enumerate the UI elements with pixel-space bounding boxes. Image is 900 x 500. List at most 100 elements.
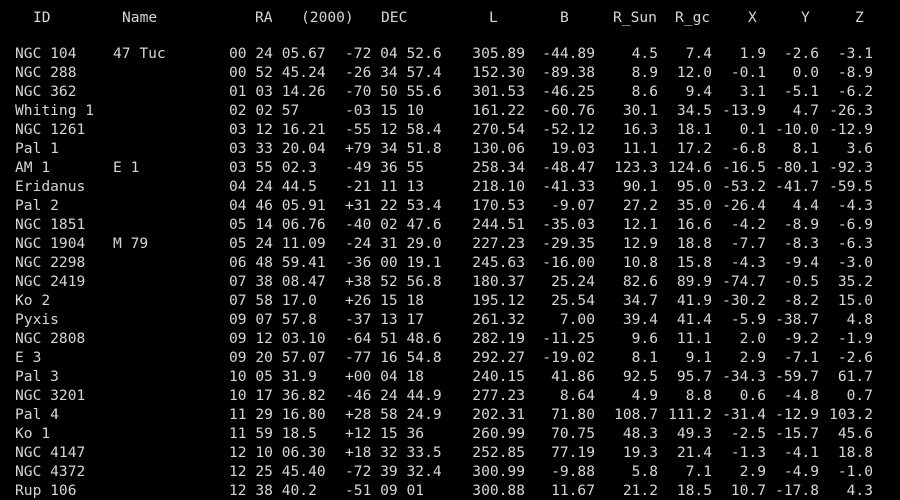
cell-x: -34.3 — [722, 368, 766, 385]
cell-r-gc: 18.8 — [676, 235, 712, 252]
cell-b: -19.02 — [542, 349, 595, 366]
cell-r-sun: 30.1 — [622, 102, 658, 119]
cell-b: 25.54 — [551, 292, 595, 309]
cell-id: NGC 2808 — [15, 330, 86, 347]
cell-dec: -46 24 44.9 — [345, 387, 442, 404]
cell-l: 292.27 — [472, 349, 525, 366]
cell-name: 47 Tuc — [113, 45, 166, 62]
table-row: NGC 2808 09 12 03.10 -64 51 48.6 282.19 -11.… — [0, 329, 900, 348]
cell-l: 260.99 — [472, 425, 525, 442]
table-row: E 3 09 20 57.07 -77 16 54.8 292.27 -19.02 8.1… — [0, 348, 900, 367]
cell-dec: +79 34 51.8 — [345, 140, 442, 157]
cell-dec: -72 04 52.6 — [345, 45, 442, 62]
cell-ra: 10 05 31.9 — [229, 368, 317, 385]
cell-b: 71.80 — [551, 406, 595, 423]
cell-l: 277.23 — [472, 387, 525, 404]
cell-l: 258.34 — [472, 159, 525, 176]
cell-dec: +12 15 36 — [345, 425, 425, 442]
cell-b: 11.67 — [551, 482, 595, 499]
table-row: Pyxis 09 07 57.8 -37 13 17 261.32 7.00 39.4 41… — [0, 310, 900, 329]
cell-z: -6.2 — [837, 83, 873, 100]
cell-r-sun: 82.6 — [622, 273, 658, 290]
cell-r-gc: 8.8 — [685, 387, 712, 404]
cell-dec: -24 31 29.0 — [345, 235, 442, 252]
cell-id: NGC 2298 — [15, 254, 86, 271]
cell-r-gc: 34.5 — [676, 102, 712, 119]
cell-y: -9.4 — [783, 254, 819, 271]
cell-b: -29.35 — [542, 235, 595, 252]
cell-l: 240.15 — [472, 368, 525, 385]
cell-y: -8.9 — [783, 216, 819, 233]
cell-z: 103.2 — [829, 406, 873, 423]
table-row: Ko 1 11 59 18.5 +12 15 36 260.99 70.75 48.3 49… — [0, 424, 900, 443]
cell-b: -60.76 — [542, 102, 595, 119]
cell-x: -4.2 — [730, 216, 766, 233]
cell-z: -26.3 — [829, 102, 873, 119]
header-epoch: (2000) — [301, 9, 354, 26]
cell-b: 7.00 — [559, 311, 595, 328]
cell-r-gc: 35.0 — [676, 197, 712, 214]
cell-r-sun: 90.1 — [622, 178, 658, 195]
cell-r-gc: 95.0 — [676, 178, 712, 195]
cell-r-sun: 8.6 — [631, 83, 658, 100]
cell-b: -52.12 — [542, 121, 595, 138]
cell-b: -16.00 — [542, 254, 595, 271]
cell-b: 8.64 — [559, 387, 595, 404]
cell-y: -80.1 — [775, 159, 819, 176]
table-row: NGC 4372 12 25 45.40 -72 39 32.4 300.99 -9.8… — [0, 462, 900, 481]
header-name: Name — [122, 9, 158, 26]
cell-r-gc: 12.0 — [676, 64, 712, 81]
cell-r-sun: 5.8 — [631, 463, 658, 480]
header-ra: RA — [255, 9, 273, 26]
cell-b: -48.47 — [542, 159, 595, 176]
cell-b: 25.24 — [551, 273, 595, 290]
cell-y: -8.3 — [783, 235, 819, 252]
cell-ra: 01 03 14.26 — [229, 83, 326, 100]
cell-id: Ko 2 — [15, 292, 51, 309]
cell-ra: 12 10 06.30 — [229, 444, 326, 461]
cell-y: -5.1 — [783, 83, 819, 100]
cell-id: Ko 1 — [15, 425, 51, 442]
cell-id: Rup 106 — [15, 482, 77, 499]
cell-r-sun: 16.3 — [622, 121, 658, 138]
cell-r-sun: 123.3 — [614, 159, 658, 176]
cell-ra: 09 20 57.07 — [229, 349, 326, 366]
cell-b: -46.25 — [542, 83, 595, 100]
cell-z: 18.8 — [837, 444, 873, 461]
cell-y: -4.9 — [783, 463, 819, 480]
cell-r-gc: 89.9 — [676, 273, 712, 290]
cell-r-gc: 49.3 — [676, 425, 712, 442]
cell-r-gc: 11.1 — [676, 330, 712, 347]
cell-r-gc: 21.4 — [676, 444, 712, 461]
cell-x: 2.9 — [739, 349, 766, 366]
cell-x: 10.7 — [730, 482, 766, 499]
table-row: Pal 2 04 46 05.91 +31 22 53.4 170.53 -9.07 27… — [0, 196, 900, 215]
cell-r-sun: 4.9 — [631, 387, 658, 404]
cell-y: -12.9 — [775, 406, 819, 423]
cell-dec: -77 16 54.8 — [345, 349, 442, 366]
cell-z: 0.7 — [846, 387, 873, 404]
cell-z: -1.0 — [837, 463, 873, 480]
cell-z: -59.5 — [829, 178, 873, 195]
cell-ra: 09 07 57.8 — [229, 311, 317, 328]
cell-dec: -70 50 55.6 — [345, 83, 442, 100]
cell-dec: -51 09 01 — [345, 482, 425, 499]
cell-l: 195.12 — [472, 292, 525, 309]
cell-x: -5.9 — [730, 311, 766, 328]
cell-b: -35.03 — [542, 216, 595, 233]
table-row: NGC 2419 07 38 08.47 +38 52 56.8 180.37 25.2… — [0, 272, 900, 291]
cell-dec: +00 04 18 — [345, 368, 425, 385]
cell-z: -6.3 — [837, 235, 873, 252]
cell-b: -11.25 — [542, 330, 595, 347]
cell-ra: 03 55 02.3 — [229, 159, 317, 176]
cell-r-gc: 9.1 — [685, 349, 712, 366]
table-row: Ko 2 07 58 17.0 +26 15 18 195.12 25.54 34.7 41… — [0, 291, 900, 310]
cell-ra: 02 02 57 — [229, 102, 300, 119]
cell-z: -6.9 — [837, 216, 873, 233]
header-r-sun: R_Sun — [613, 9, 657, 26]
cell-id: Pal 3 — [15, 368, 59, 385]
cell-b: -89.38 — [542, 64, 595, 81]
cell-id: AM 1 — [15, 159, 51, 176]
cell-ra: 06 48 59.41 — [229, 254, 326, 271]
cell-l: 152.30 — [472, 64, 525, 81]
